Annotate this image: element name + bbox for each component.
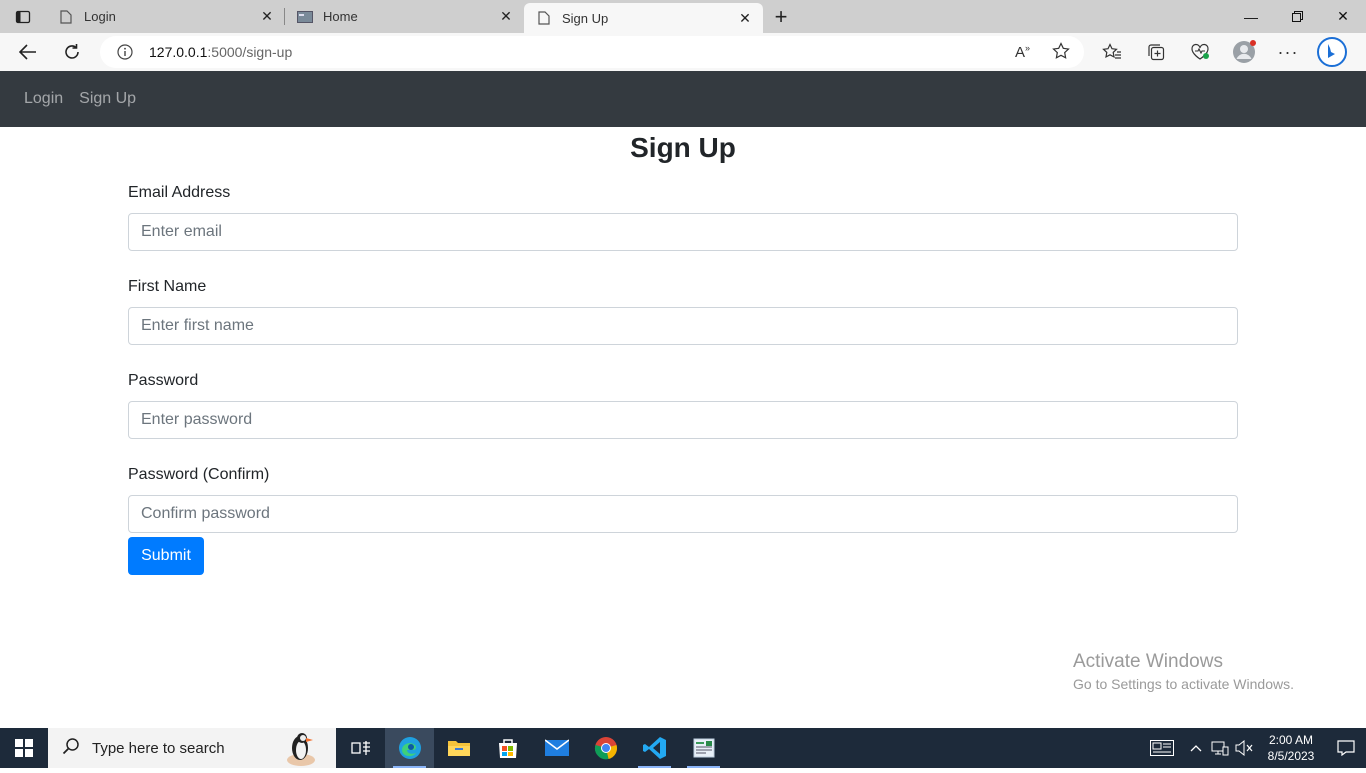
system-tray: 2:00 AM 8/5/2023	[1140, 728, 1366, 768]
tab-login[interactable]: Login ✕	[46, 0, 285, 33]
close-window-icon[interactable]: ✕	[1320, 0, 1366, 33]
password-confirm-field[interactable]	[128, 495, 1238, 533]
password-confirm-group: Password (Confirm)	[128, 463, 1238, 533]
favorite-star-icon[interactable]	[1052, 41, 1070, 63]
browser-essentials-icon[interactable]	[1178, 33, 1222, 71]
submit-button[interactable]: Submit	[128, 537, 204, 575]
keyboard-ime-icon[interactable]	[1140, 728, 1184, 768]
url-path: :5000/sign-up	[207, 44, 293, 60]
password-group: Password	[128, 369, 1238, 439]
page-icon	[536, 10, 552, 26]
tab-home[interactable]: Home ✕	[285, 0, 524, 33]
back-icon[interactable]	[6, 35, 50, 69]
windows-start-icon[interactable]	[0, 728, 48, 768]
window-icon	[297, 9, 313, 25]
mail-icon[interactable]	[532, 728, 581, 768]
read-aloud-icon[interactable]: A»	[1015, 43, 1030, 61]
search-icon	[62, 737, 80, 760]
app-navbar: Login Sign Up	[0, 71, 1366, 127]
notepad-window-icon[interactable]	[679, 728, 728, 768]
refresh-icon[interactable]	[50, 35, 94, 69]
bing-chat-icon[interactable]	[1310, 33, 1354, 71]
tab-title: Home	[323, 9, 358, 24]
tab-title: Login	[84, 9, 116, 24]
close-icon[interactable]: ✕	[498, 8, 514, 25]
clock[interactable]: 2:00 AM 8/5/2023	[1256, 732, 1326, 764]
search-placeholder: Type here to search	[92, 739, 225, 757]
tab-title: Sign Up	[562, 10, 609, 26]
nav-link-sign-up[interactable]: Sign Up	[71, 82, 144, 116]
collections-icon[interactable]	[1134, 33, 1178, 71]
chrome-icon[interactable]	[581, 728, 630, 768]
info-icon[interactable]	[116, 43, 134, 61]
taskbar: Type here to search 2:00 AM 8/5/2023	[0, 728, 1366, 768]
first-name-label: First Name	[128, 278, 207, 295]
email-field[interactable]	[128, 213, 1238, 251]
address-bar[interactable]: 127.0.0.1:5000/sign-up A»	[100, 36, 1084, 68]
browser-toolbar: 127.0.0.1:5000/sign-up A» ···	[0, 33, 1366, 71]
volume-muted-icon[interactable]	[1232, 728, 1256, 768]
favorites-icon[interactable]	[1090, 33, 1134, 71]
tab-sign-up[interactable]: Sign Up ✕	[524, 3, 763, 33]
activation-watermark: Activate Windows Go to Settings to activ…	[1073, 651, 1294, 692]
window-controls: — ✕	[1228, 0, 1366, 33]
new-tab-button[interactable]: +	[763, 0, 799, 33]
clock-date: 8/5/2023	[1267, 749, 1315, 763]
page-title: Sign Up	[630, 132, 736, 163]
email-label: Email Address	[128, 184, 231, 201]
task-view-icon[interactable]	[336, 728, 385, 768]
first-name-group: First Name	[128, 275, 1238, 345]
restore-icon[interactable]	[1274, 0, 1320, 33]
microsoft-store-icon[interactable]	[483, 728, 532, 768]
more-options-icon[interactable]: ···	[1266, 33, 1310, 71]
close-icon[interactable]: ✕	[737, 10, 753, 26]
browser-tab-strip: Login ✕ Home ✕ Sign Up ✕ + — ✕	[0, 0, 1366, 33]
clock-time: 2:00 AM	[1268, 733, 1314, 747]
password-label: Password	[128, 372, 199, 389]
file-explorer-icon[interactable]	[434, 728, 483, 768]
nav-link-login[interactable]: Login	[16, 82, 71, 116]
puffin-illustration-icon	[284, 730, 320, 773]
minimize-icon[interactable]: —	[1228, 0, 1274, 33]
tab-actions-icon[interactable]	[0, 0, 46, 33]
close-icon[interactable]: ✕	[259, 8, 275, 25]
watermark-subtitle: Go to Settings to activate Windows.	[1073, 676, 1294, 692]
taskbar-search-box[interactable]: Type here to search	[48, 728, 336, 768]
chevron-up-icon[interactable]	[1184, 728, 1208, 768]
notification-center-icon[interactable]	[1326, 728, 1366, 768]
first-name-field[interactable]	[128, 307, 1238, 345]
password-confirm-label: Password (Confirm)	[128, 466, 270, 483]
url-host: 127.0.0.1	[149, 44, 208, 60]
edge-browser-icon[interactable]	[385, 728, 434, 768]
email-group: Email Address	[128, 181, 1238, 251]
vscode-icon[interactable]	[630, 728, 679, 768]
password-field[interactable]	[128, 401, 1238, 439]
page-icon	[58, 9, 74, 25]
profile-avatar[interactable]	[1222, 33, 1266, 71]
watermark-title: Activate Windows	[1073, 651, 1223, 672]
network-icon[interactable]	[1208, 728, 1232, 768]
sign-up-form: Sign Up Email Address First Name Passwor…	[128, 127, 1238, 575]
